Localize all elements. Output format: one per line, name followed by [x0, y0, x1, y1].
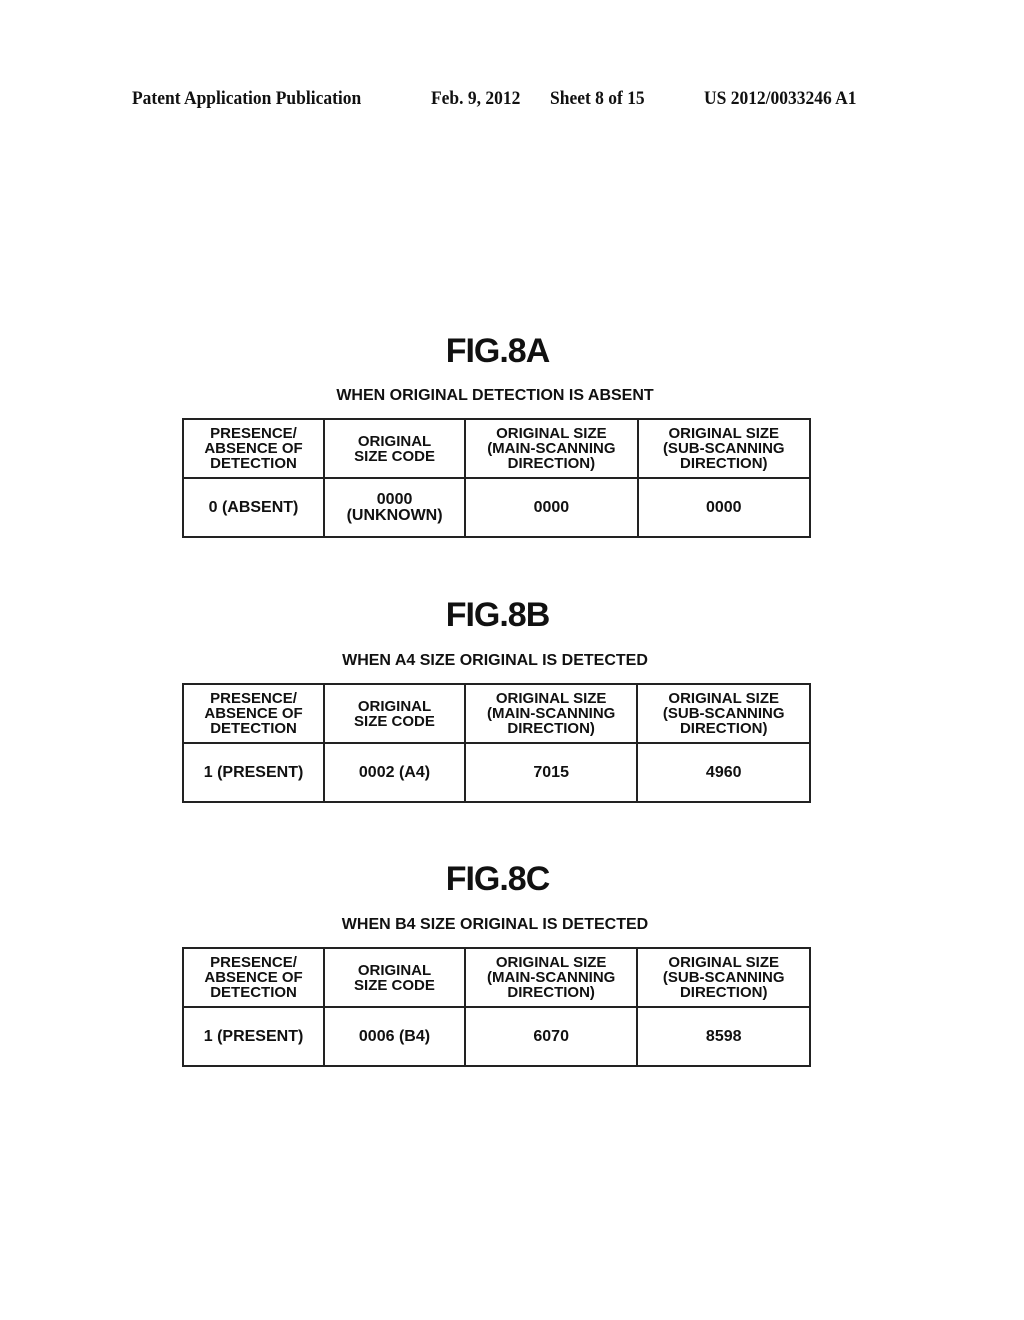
detection-table: PRESENCE/ ABSENCE OF DETECTION ORIGINAL … — [182, 418, 812, 538]
header-presence: PRESENCE/ ABSENCE OF DETECTION — [181, 683, 326, 744]
publication-date: Feb. 9, 2012 — [431, 88, 521, 109]
table-row: 1 (PRESENT) 0002 (A4) 7015 4960 — [181, 742, 811, 803]
cell-size-code: 0006 (B4) — [323, 1006, 466, 1067]
cell-sub-scanning: 0000 — [636, 477, 812, 538]
table-row: 0 (ABSENT) 0000 (UNKNOWN) 0000 0000 — [182, 477, 812, 538]
table-header-row: PRESENCE/ ABSENCE OF DETECTION ORIGINAL … — [182, 418, 812, 479]
figure-title: FIG.8A — [445, 332, 551, 370]
cell-main-scanning: 6070 — [463, 1006, 639, 1067]
detection-table: PRESENCE/ ABSENCE OF DETECTION ORIGINAL … — [181, 947, 811, 1067]
header-sub-scanning: ORIGINAL SIZE (SUB-SCANNING DIRECTION) — [636, 947, 811, 1008]
header-presence: PRESENCE/ ABSENCE OF DETECTION — [181, 947, 326, 1008]
header-presence: PRESENCE/ ABSENCE OF DETECTION — [182, 418, 325, 479]
cell-size-code: 0002 (A4) — [323, 742, 466, 803]
header-size-code: ORIGINAL SIZE CODE — [323, 947, 466, 1008]
page-header: Patent Application Publication Feb. 9, 2… — [0, 88, 1024, 114]
sheet-number: Sheet 8 of 15 — [550, 88, 645, 109]
table-header-row: PRESENCE/ ABSENCE OF DETECTION ORIGINAL … — [181, 683, 811, 744]
figure-subtitle: WHEN A4 SIZE ORIGINAL IS DETECTED — [342, 652, 648, 669]
cell-main-scanning: 0000 — [464, 477, 639, 538]
header-main-scanning: ORIGINAL SIZE (MAIN-SCANNING DIRECTION) — [463, 683, 639, 744]
header-main-scanning: ORIGINAL SIZE (MAIN-SCANNING DIRECTION) — [463, 947, 639, 1008]
cell-sub-scanning: 4960 — [636, 742, 811, 803]
header-size-code: ORIGINAL SIZE CODE — [323, 683, 466, 744]
header-sub-scanning: ORIGINAL SIZE (SUB-SCANNING DIRECTION) — [636, 418, 812, 479]
table-row: 1 (PRESENT) 0006 (B4) 6070 8598 — [181, 1006, 811, 1067]
figure-subtitle: WHEN B4 SIZE ORIGINAL IS DETECTED — [341, 916, 649, 933]
cell-size-code: 0000 (UNKNOWN) — [322, 477, 467, 538]
cell-main-scanning: 7015 — [463, 742, 639, 803]
header-sub-scanning: ORIGINAL SIZE (SUB-SCANNING DIRECTION) — [636, 683, 811, 744]
table-header-row: PRESENCE/ ABSENCE OF DETECTION ORIGINAL … — [181, 947, 811, 1008]
figure-title: FIG.8B — [445, 596, 551, 634]
figure-subtitle: WHEN ORIGINAL DETECTION IS ABSENT — [336, 387, 654, 404]
figure-title: FIG.8C — [445, 860, 551, 898]
header-size-code: ORIGINAL SIZE CODE — [322, 418, 467, 479]
cell-presence: 1 (PRESENT) — [181, 742, 326, 803]
patent-number: US 2012/0033246 A1 — [704, 88, 857, 109]
cell-sub-scanning: 8598 — [636, 1006, 811, 1067]
cell-presence: 1 (PRESENT) — [181, 1006, 326, 1067]
header-main-scanning: ORIGINAL SIZE (MAIN-SCANNING DIRECTION) — [464, 418, 639, 479]
publication-label: Patent Application Publication — [132, 88, 362, 109]
detection-table: PRESENCE/ ABSENCE OF DETECTION ORIGINAL … — [181, 683, 811, 803]
cell-presence: 0 (ABSENT) — [182, 477, 325, 538]
